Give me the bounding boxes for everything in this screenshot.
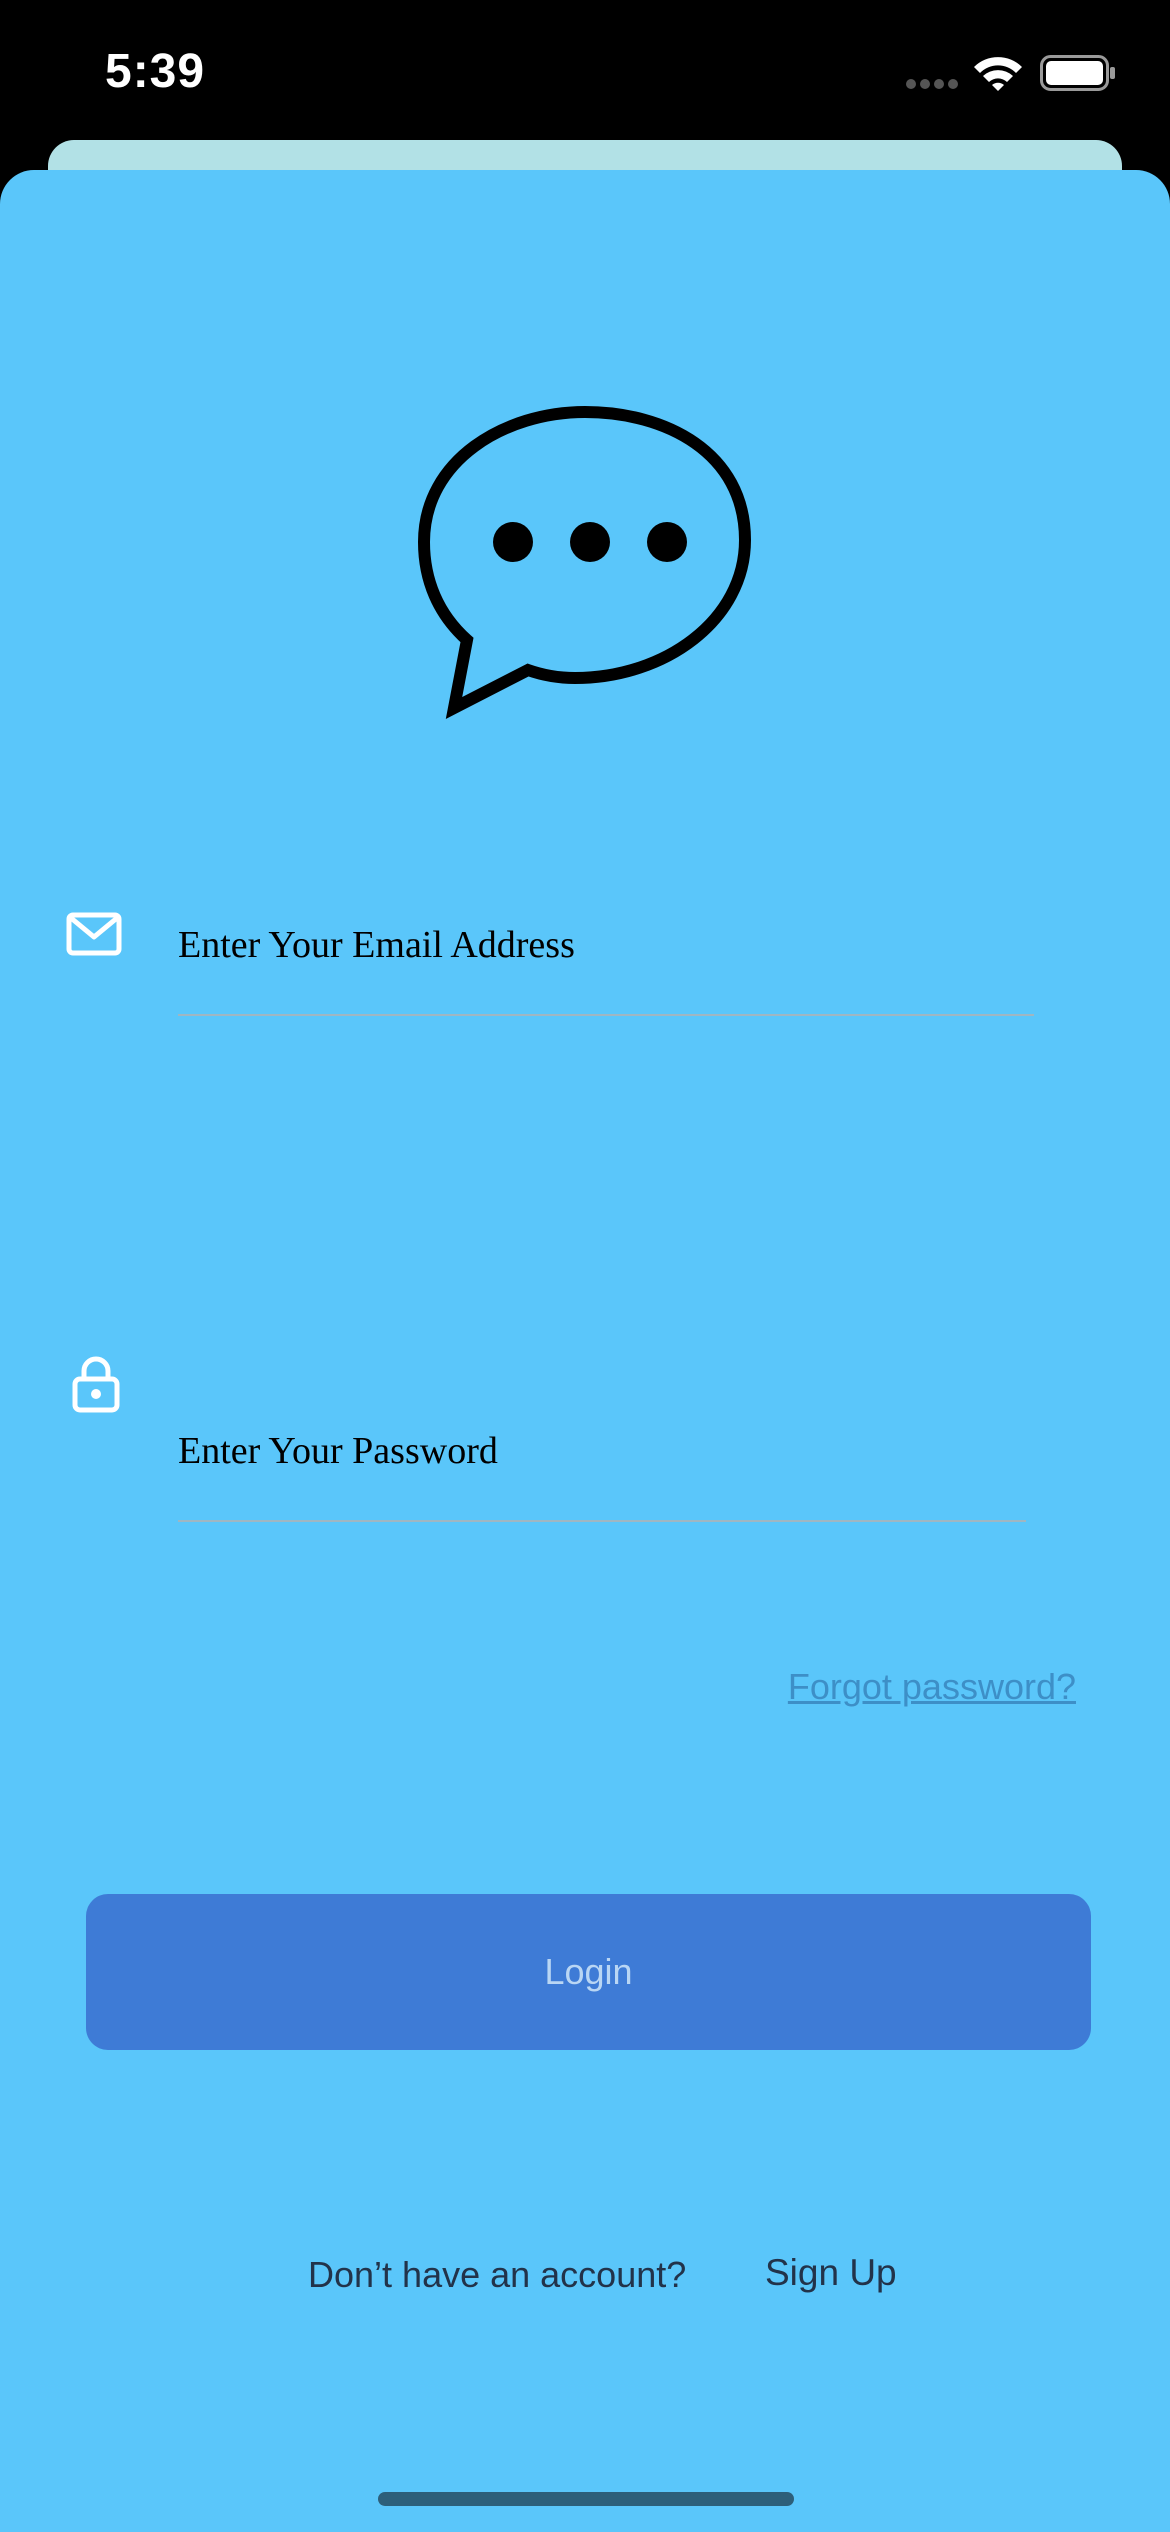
- status-time: 5:39: [105, 45, 206, 98]
- email-field[interactable]: [178, 918, 1028, 972]
- forgot-password-link[interactable]: Forgot password?: [788, 1666, 1076, 1708]
- password-field[interactable]: [178, 1424, 1020, 1478]
- cellular-signal-icon: [906, 79, 958, 89]
- battery-icon: [1040, 55, 1115, 91]
- wifi-icon: [974, 57, 1022, 91]
- chat-bubble-ellipsis-icon: [417, 405, 752, 719]
- status-bar: 5:39: [0, 0, 1170, 160]
- login-button[interactable]: Login: [86, 1894, 1091, 2050]
- email-field-underline: [178, 1014, 1034, 1016]
- signup-prompt: Don’t have an account?: [308, 2254, 687, 2295]
- lock-icon: [72, 1356, 120, 1413]
- mail-icon: [66, 912, 122, 956]
- signup-link[interactable]: Sign Up: [765, 2252, 897, 2294]
- password-field-underline: [178, 1520, 1026, 1522]
- home-indicator[interactable]: [378, 2492, 794, 2506]
